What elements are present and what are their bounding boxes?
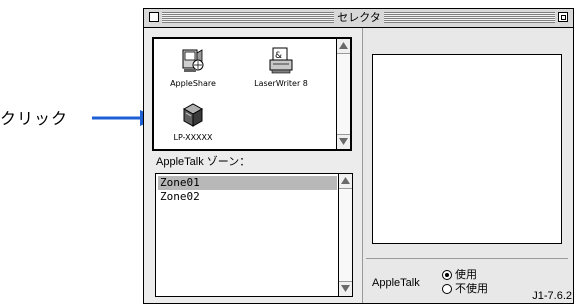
arrow-down-icon bbox=[339, 138, 348, 145]
radio-label: 不使用 bbox=[455, 282, 488, 295]
zone-list-scrollbar[interactable] bbox=[338, 174, 352, 296]
device-list[interactable]: AppleShare & LaserWriter 8 LP-XXXXX bbox=[152, 37, 352, 151]
scroll-down-button[interactable] bbox=[337, 134, 350, 149]
device-label: LaserWriter 8 bbox=[254, 79, 308, 88]
arrow-down-icon bbox=[341, 285, 350, 292]
laserwriter-icon: & bbox=[269, 47, 293, 74]
device-item-laserwriter[interactable]: & LaserWriter 8 bbox=[246, 45, 316, 91]
scroll-down-button[interactable] bbox=[339, 281, 352, 296]
divider bbox=[366, 258, 568, 259]
scroll-up-button[interactable] bbox=[337, 39, 350, 54]
scroll-up-button[interactable] bbox=[339, 174, 352, 189]
title-bar[interactable]: セレクタ bbox=[144, 9, 573, 28]
radio-label: 使用 bbox=[455, 268, 477, 281]
radio-button-on[interactable] bbox=[442, 270, 452, 280]
device-item-appleshare[interactable]: AppleShare bbox=[158, 45, 228, 91]
version-label: J1-7.6.2 bbox=[532, 290, 572, 302]
device-item-lp-xxxxx[interactable]: LP-XXXXX bbox=[158, 99, 228, 145]
arrow-up-icon bbox=[341, 177, 350, 184]
appletalk-off-radio[interactable]: 不使用 bbox=[442, 282, 502, 296]
appletalk-label: AppleTalk bbox=[372, 277, 420, 289]
left-pane: AppleShare & LaserWriter 8 LP-XXXXX Appl… bbox=[144, 28, 363, 303]
device-label: AppleShare bbox=[170, 79, 216, 88]
zone-list[interactable]: Zone01 Zone02 bbox=[155, 173, 353, 297]
chooser-window: セレクタ AppleShare & LaserWriter 8 LP-XXXXX… bbox=[143, 8, 574, 304]
printer-preview-box bbox=[372, 54, 562, 244]
zone-item[interactable]: Zone02 bbox=[158, 190, 337, 204]
window-title: セレクタ bbox=[334, 11, 384, 25]
appletalk-on-radio[interactable]: 使用 bbox=[442, 268, 502, 282]
appleshare-icon bbox=[182, 49, 204, 72]
zoom-box-icon[interactable] bbox=[558, 12, 568, 22]
printer-icon bbox=[182, 103, 204, 127]
radio-button-off[interactable] bbox=[442, 284, 452, 294]
device-label: LP-XXXXX bbox=[173, 133, 213, 142]
device-list-scrollbar[interactable] bbox=[336, 39, 350, 149]
close-box-icon[interactable] bbox=[149, 12, 159, 22]
zone-item[interactable]: Zone01 bbox=[158, 176, 337, 190]
arrow-up-icon bbox=[339, 42, 348, 49]
zone-list-label: AppleTalk ゾーン： bbox=[156, 156, 251, 168]
